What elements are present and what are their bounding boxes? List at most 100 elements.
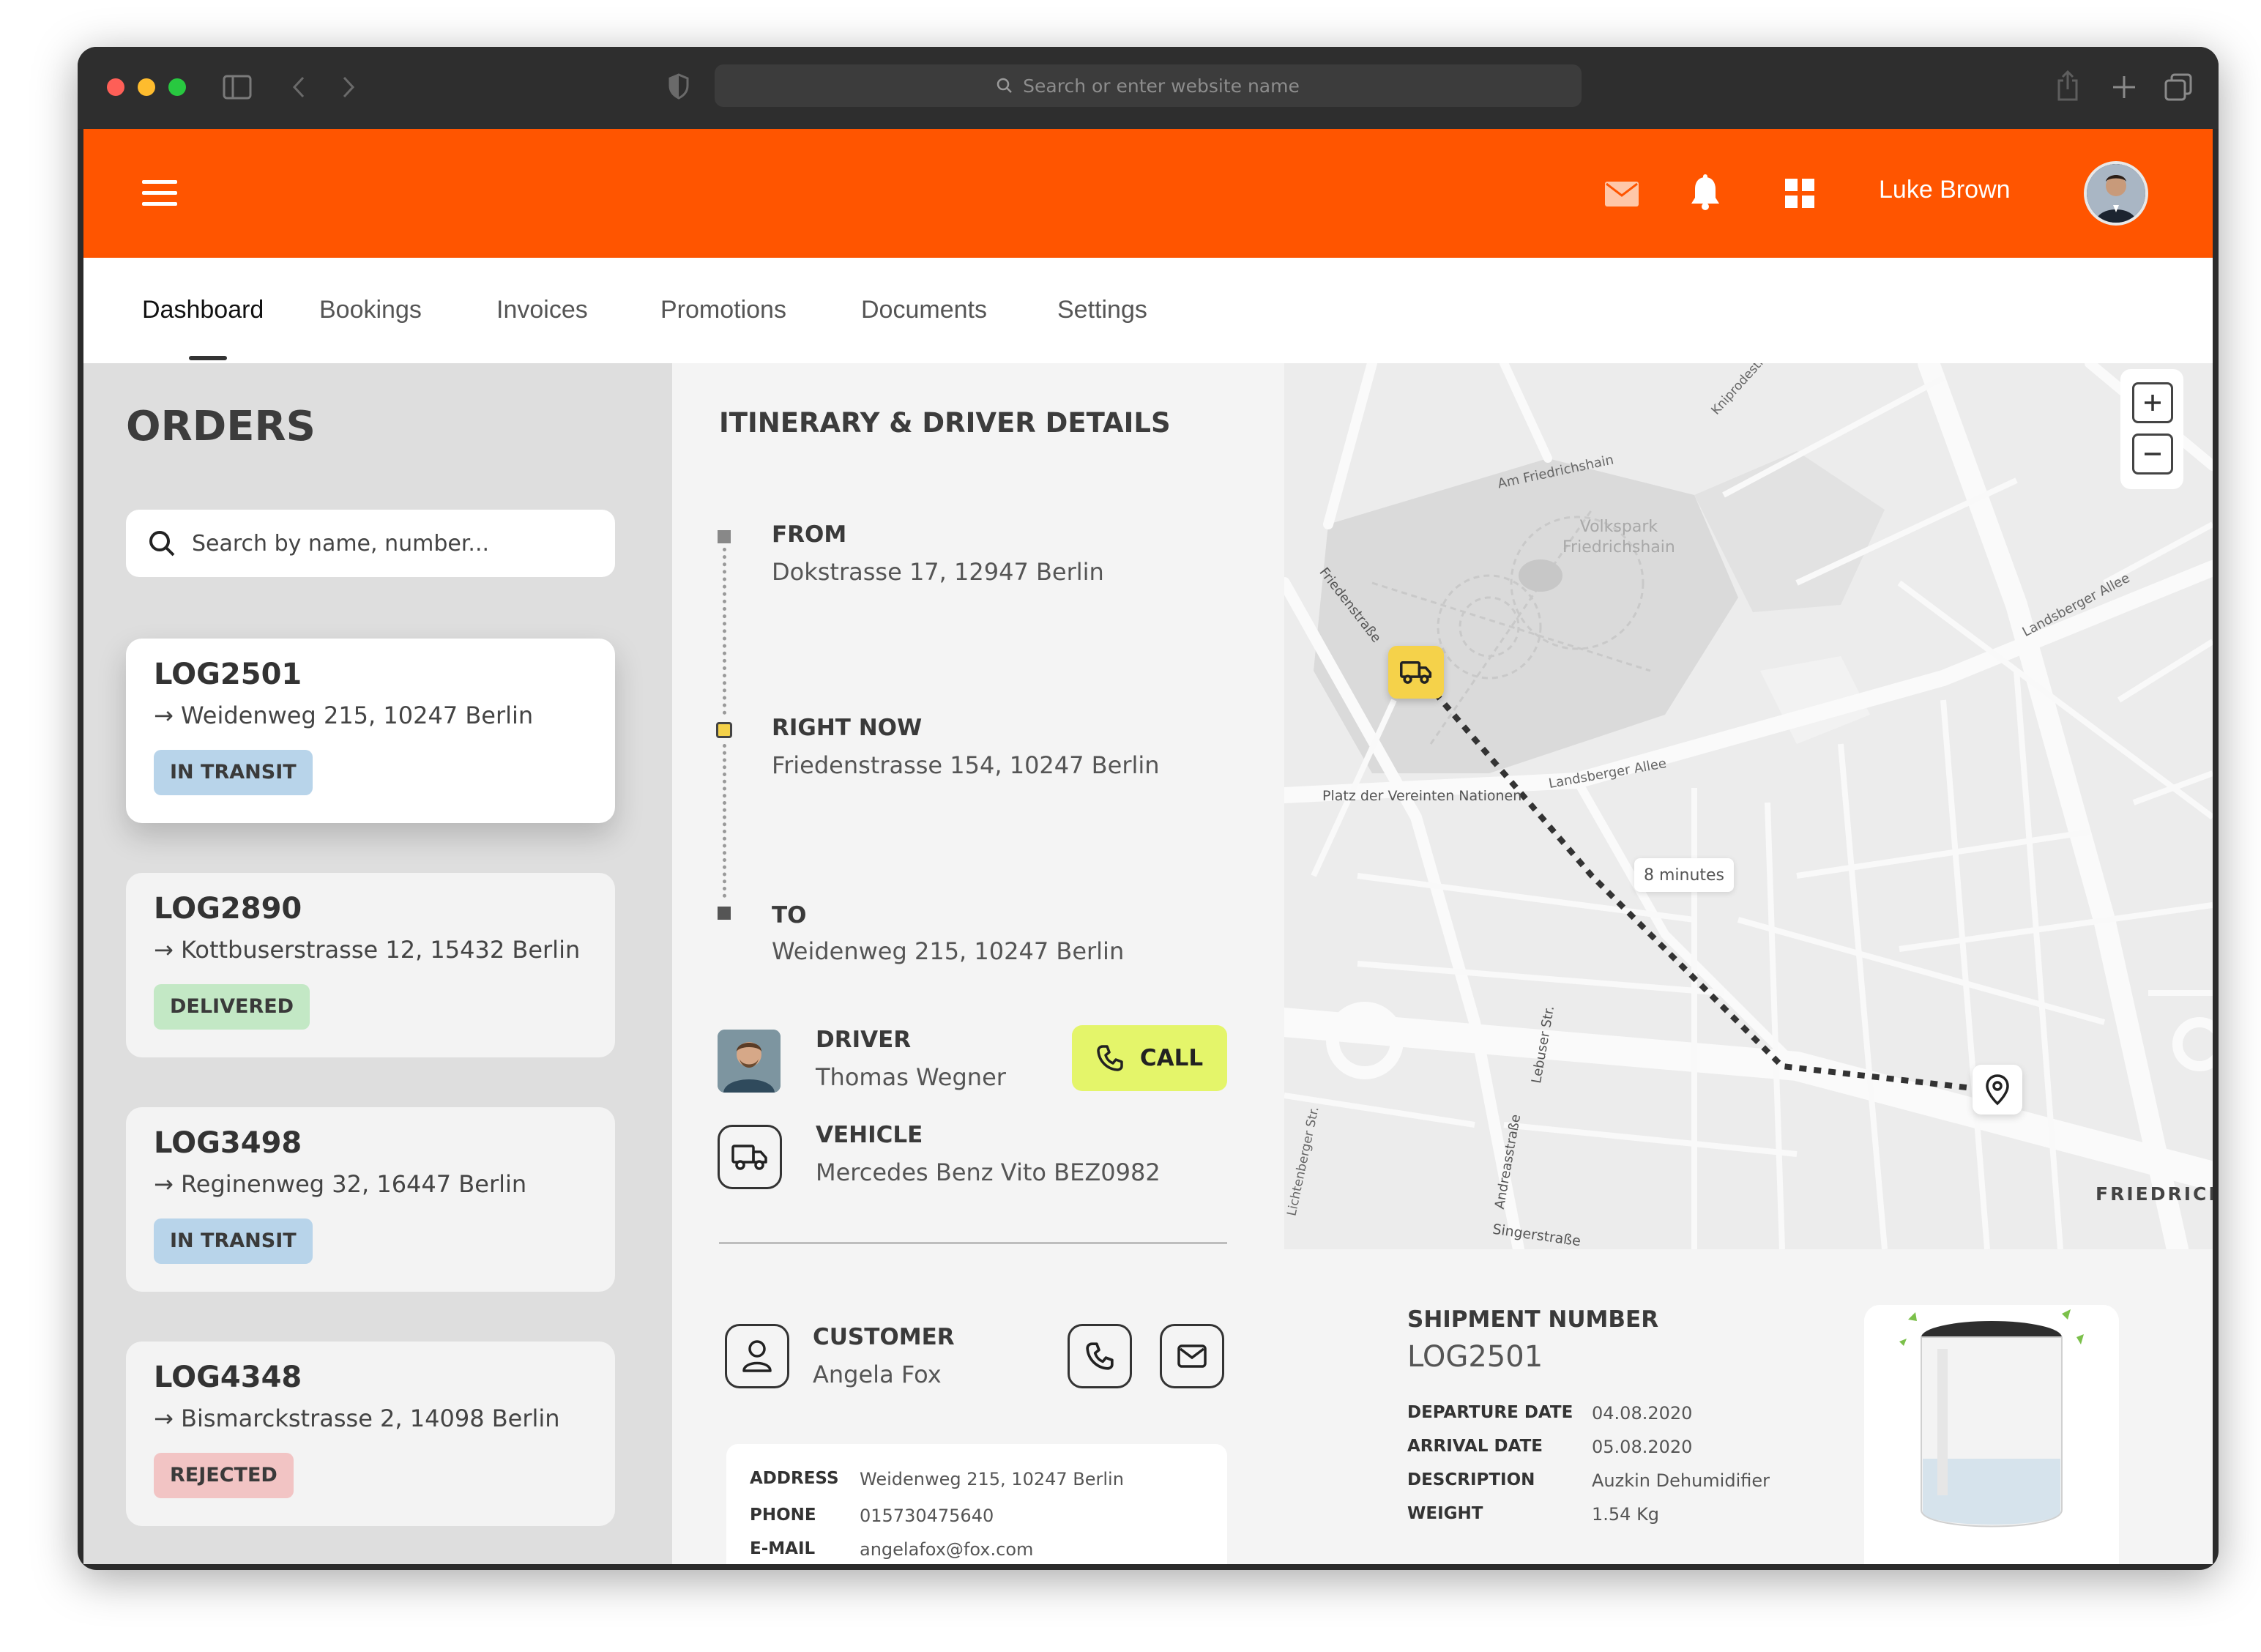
zoom-out-button[interactable] [2132,434,2173,475]
plus-icon [2145,395,2161,411]
phone-icon [1097,1045,1123,1071]
tabs-overview-icon[interactable] [2164,73,2192,101]
truck-icon [1400,661,1432,684]
avatar-image [2087,164,2145,223]
browser-window: Search or enter website name Luke Brown … [78,47,2219,1570]
driver-name: Thomas Wegner [816,1063,1006,1091]
destination-marker[interactable] [1973,1065,2022,1115]
driver-avatar [718,1030,781,1093]
phone-label: PHONE [750,1506,816,1525]
driver-label: DRIVER [816,1027,912,1053]
address-bar[interactable]: Search or enter website name [715,64,1582,107]
mail-icon[interactable] [1605,182,1639,206]
to-label: TO [772,902,807,929]
call-driver-button[interactable]: CALL [1072,1025,1227,1091]
current-location-label: RIGHT NOW [772,715,923,741]
itinerary-title: ITINERARY & DRIVER DETAILS [719,407,1171,439]
map-pin-icon [1986,1074,2009,1106]
truck-location-marker[interactable] [1388,646,1444,699]
new-tab-icon[interactable] [2112,75,2137,100]
departure-date: 04.08.2020 [1592,1403,1693,1424]
driver-photo [718,1030,781,1093]
tab-settings[interactable]: Settings [1057,296,1147,324]
search-placeholder: Search by name, number... [192,530,490,557]
email-customer-button[interactable] [1160,1324,1224,1388]
customer-label: CUSTOMER [813,1324,955,1350]
main-navigation: Dashboard Bookings Invoices Promotions D… [83,258,2213,363]
map-canvas [1284,363,2213,1249]
departure-label: DEPARTURE DATE [1407,1403,1573,1422]
map-label-park: Volkspark Friedrichshain [1562,518,1675,557]
tab-promotions[interactable]: Promotions [660,296,786,324]
eta-label: 8 minutes [1634,858,1734,892]
order-id: LOG4348 [154,1361,302,1394]
orders-title: ORDERS [126,403,316,450]
order-address: → Weidenweg 215, 10247 Berlin [154,702,534,729]
close-window-button[interactable] [107,78,124,96]
timeline-current-marker [716,722,732,738]
to-address: Weidenweg 215, 10247 Berlin [772,937,1125,965]
browser-toolbar: Search or enter website name [78,47,2219,129]
active-tab-indicator [189,356,227,360]
shield-icon [668,73,689,100]
timeline-line [723,548,726,715]
customer-name: Angela Fox [813,1361,942,1388]
map-label-street: FRIEDRICH [2096,1183,2213,1205]
map-label-street: Platz der Vereinten Nationen [1322,788,1522,804]
forward-arrow-icon[interactable] [340,75,357,100]
route-map[interactable]: Volkspark Friedrichshain Am Friedrichsha… [1284,363,2213,1249]
search-icon [149,531,175,557]
order-id: LOG2501 [154,658,302,691]
status-badge: IN TRANSIT [154,750,313,795]
phone-icon [1086,1342,1114,1370]
from-label: FROM [772,521,847,548]
order-address: → Bismarckstrasse 2, 14098 Berlin [154,1404,560,1432]
vehicle-icon-box [718,1125,782,1189]
section-divider [719,1242,1227,1244]
orders-search-input[interactable]: Search by name, number... [126,510,615,577]
search-icon [997,78,1013,93]
address-bar-placeholder: Search or enter website name [1023,75,1300,97]
order-card[interactable]: LOG2501 → Weidenweg 215, 10247 Berlin IN… [126,639,615,823]
call-customer-button[interactable] [1068,1324,1132,1388]
share-icon[interactable] [2056,70,2079,101]
order-card[interactable]: LOG4348 → Bismarckstrasse 2, 14098 Berli… [126,1342,615,1526]
user-name[interactable]: Luke Brown [1879,176,2011,204]
order-address: → Reginenweg 32, 16447 Berlin [154,1170,527,1198]
back-arrow-icon[interactable] [290,75,308,100]
zoom-in-button[interactable] [2132,382,2173,423]
vehicle-value: Mercedes Benz Vito BEZ0982 [816,1158,1161,1186]
tab-invoices[interactable]: Invoices [496,296,588,324]
customer-phone: 015730475640 [860,1506,994,1526]
order-address: → Kottbuserstrasse 12, 15432 Berlin [154,936,581,964]
timeline-line [723,744,726,898]
truck-icon [731,1145,767,1170]
customer-email: angelafox@fox.com [860,1539,1034,1560]
customer-icon-box [725,1324,789,1388]
itinerary-panel: ITINERARY & DRIVER DETAILS FROM Dokstras… [672,363,1284,1564]
order-card[interactable]: LOG2890 → Kottbuserstrasse 12, 15432 Ber… [126,873,615,1057]
user-avatar[interactable] [2084,161,2148,226]
status-badge: IN TRANSIT [154,1218,313,1264]
call-button-label: CALL [1139,1045,1204,1071]
tab-bookings[interactable]: Bookings [319,296,422,324]
mail-icon [1177,1344,1207,1368]
sidebar-toggle-icon[interactable] [223,75,252,100]
shipment-panel: SHIPMENT NUMBER LOG2501 DEPARTURE DATE 0… [1284,1249,2213,1564]
arrival-label: ARRIVAL DATE [1407,1437,1543,1456]
tab-dashboard[interactable]: Dashboard [142,296,264,324]
apps-grid-icon[interactable] [1785,179,1814,208]
app-content: Luke Brown Dashboard Bookings Invoices P… [83,129,2213,1564]
order-card[interactable]: LOG3498 → Reginenweg 32, 16447 Berlin IN… [126,1107,615,1292]
dehumidifier-image [1864,1305,2119,1564]
bell-icon[interactable] [1690,174,1721,211]
minimize-window-button[interactable] [138,78,155,96]
tab-documents[interactable]: Documents [861,296,987,324]
from-address: Dokstrasse 17, 12947 Berlin [772,558,1104,586]
shipment-number: LOG2501 [1407,1340,1543,1374]
maximize-window-button[interactable] [168,78,186,96]
minus-icon [2145,453,2161,455]
hamburger-menu-icon[interactable] [142,179,177,208]
shipment-number-label: SHIPMENT NUMBER [1407,1306,1659,1333]
timeline-start-marker [718,530,731,543]
